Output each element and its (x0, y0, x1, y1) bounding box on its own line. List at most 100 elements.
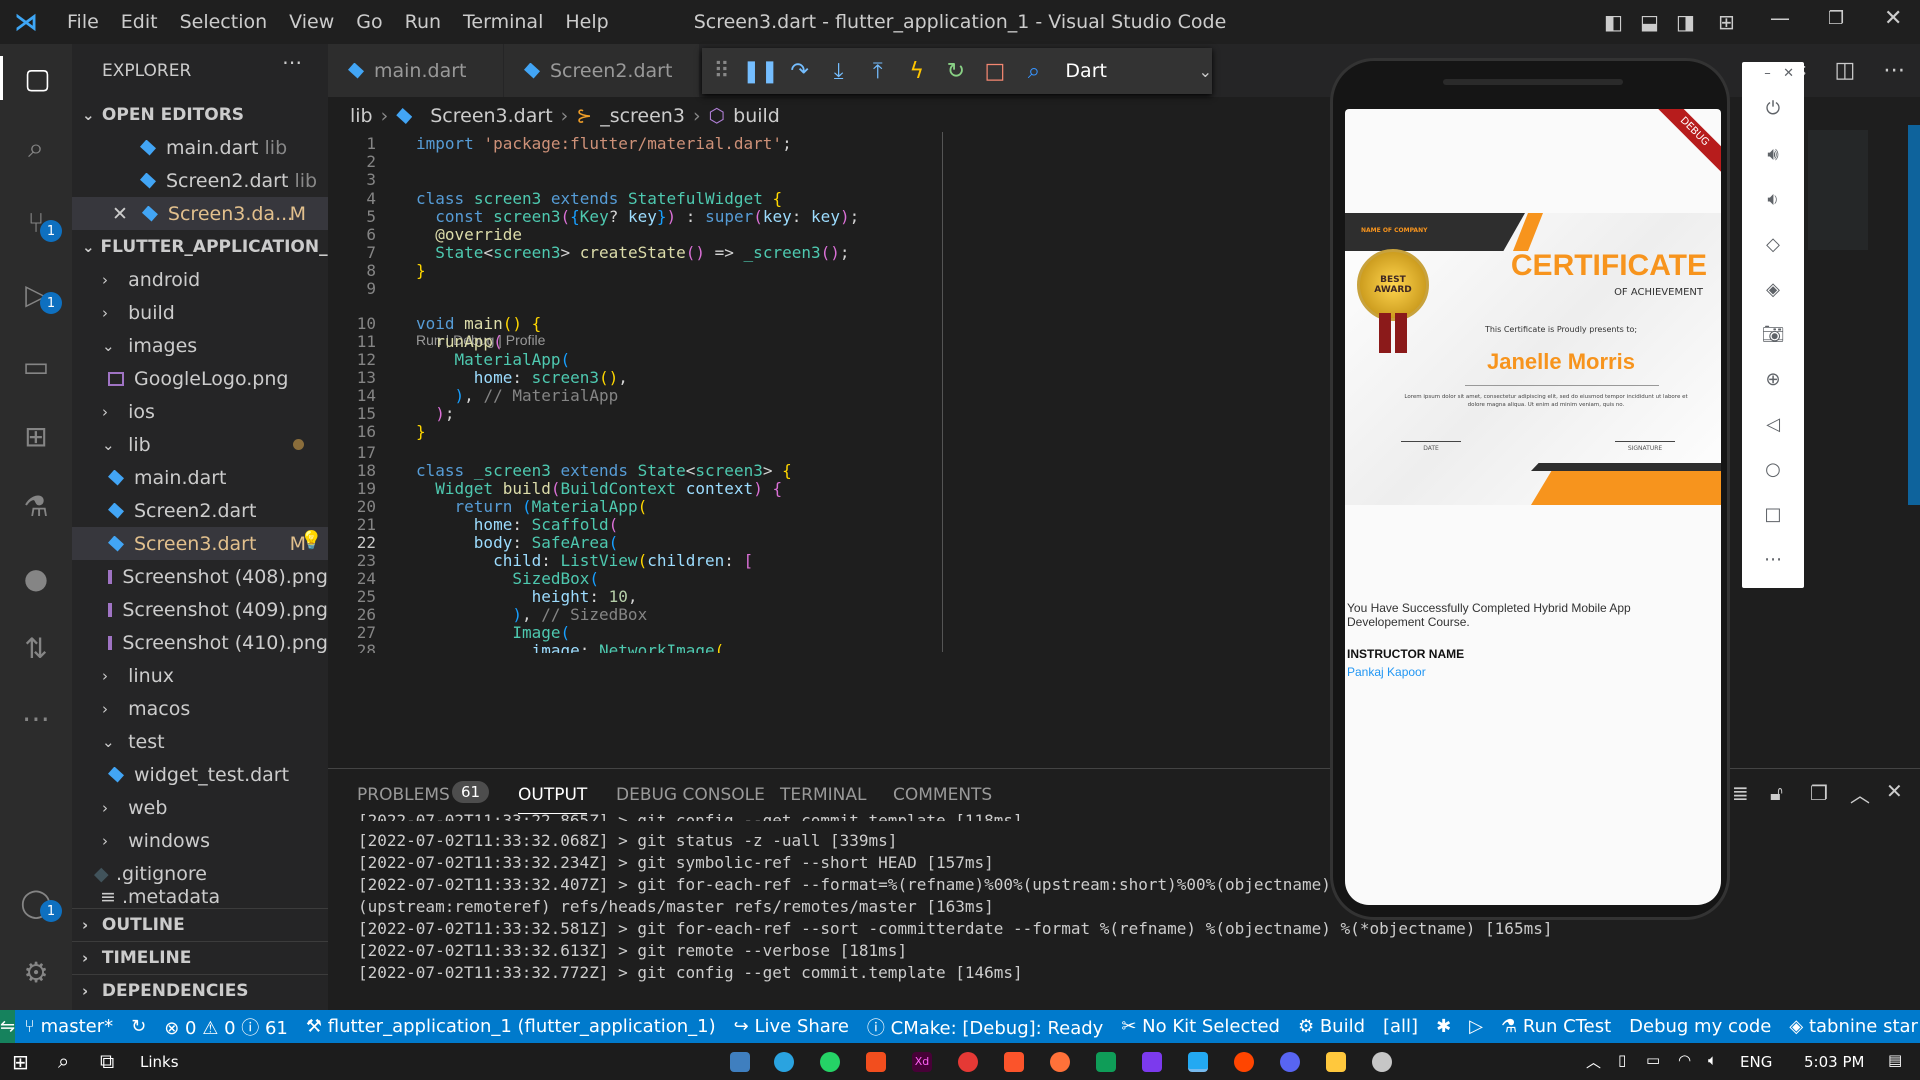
menu-edit[interactable]: Edit (110, 11, 169, 33)
pause-icon[interactable]: ❚❚ (741, 59, 780, 84)
folder-linux[interactable]: › linux (72, 659, 328, 692)
folder-ios[interactable]: › ios (72, 395, 328, 428)
file-explorer-app-icon[interactable] (730, 1052, 750, 1072)
sync-icon[interactable]: ↻ (131, 1016, 146, 1037)
vscode-app-icon[interactable] (1188, 1052, 1208, 1072)
close-editor-icon[interactable]: ✕ (112, 203, 128, 225)
menu-terminal[interactable]: Terminal (452, 11, 554, 33)
chevron-down-icon[interactable]: ⌄ (1199, 62, 1212, 81)
clock[interactable]: 5:03 PM (1804, 1053, 1864, 1071)
flutter-project-status[interactable]: ⚒ flutter_application_1 (flutter_applica… (306, 1016, 716, 1037)
close-icon[interactable]: ✕ (1783, 66, 1794, 81)
folder-images[interactable]: ⌄ images (72, 329, 328, 362)
open-editor-item[interactable]: Screen2.dart lib (72, 164, 328, 197)
search-icon[interactable]: ⌕ (58, 1049, 69, 1073)
file-screenshot-410[interactable]: Screenshot (410).png (72, 626, 328, 659)
menu-go[interactable]: Go (345, 11, 393, 33)
zoom-icon[interactable]: ⊕ (1742, 369, 1804, 390)
dependencies-section[interactable]: › DEPENDENCIES (72, 974, 328, 1007)
build-target-status[interactable]: [all] (1383, 1016, 1418, 1037)
extensions-icon[interactable]: ⊞ (14, 414, 58, 458)
build-status[interactable]: ⚙ Build (1298, 1016, 1365, 1037)
remote-explorer-icon[interactable]: ▭ (14, 344, 58, 388)
tab-screen2-dart[interactable]: Screen2.dart (504, 44, 699, 97)
home-icon[interactable]: ○ (1742, 459, 1804, 480)
maximize-panel-icon[interactable]: ︿ (1850, 779, 1870, 808)
restore-icon[interactable]: ❐ (1828, 8, 1844, 29)
hot-reload-icon[interactable]: ϟ (897, 59, 936, 84)
breadcrumb-class[interactable]: _screen3 (600, 105, 685, 127)
open-editors-section[interactable]: ⌄ OPEN EDITORS (72, 98, 328, 131)
accounts-icon[interactable]: ◯ 1 (14, 880, 62, 924)
overview-icon[interactable]: □ (1742, 504, 1804, 525)
folder-web[interactable]: › web (72, 791, 328, 824)
explorer-icon[interactable]: ▢ (0, 56, 72, 100)
restart-icon[interactable]: ↻ (936, 59, 975, 84)
folder-macos[interactable]: › macos (72, 692, 328, 725)
toggle-panel-icon[interactable]: ⬓ (1640, 10, 1659, 34)
open-editor-item[interactable]: main.dart lib (72, 131, 328, 164)
clear-output-icon[interactable]: ≣ (1732, 781, 1749, 805)
settings-gear-icon[interactable]: ⚙ (14, 950, 58, 994)
discord-app-icon[interactable] (1280, 1052, 1300, 1072)
breadcrumb-file[interactable]: Screen3.dart (430, 105, 552, 127)
language-indicator[interactable]: ENG (1740, 1053, 1772, 1071)
menu-selection[interactable]: Selection (169, 11, 279, 33)
debug-target-select[interactable]: Dart (1065, 60, 1182, 82)
testing-icon[interactable]: ⚗ (14, 484, 58, 528)
run-icon[interactable]: ▷ (1469, 1016, 1483, 1037)
minimize-icon[interactable]: — (1770, 6, 1790, 30)
volume-up-icon[interactable]: 🔊︎ (1742, 144, 1804, 165)
back-icon[interactable]: ◁ (1742, 414, 1804, 435)
camera-icon[interactable]: 📷︎ (1742, 324, 1804, 345)
lock-scroll-icon[interactable]: 🔓︎ (1770, 781, 1783, 805)
volume-down-icon[interactable]: 🔉︎ (1742, 189, 1804, 210)
drag-handle-icon[interactable]: ⠿ (702, 59, 741, 84)
cmake-status[interactable]: ⓘ CMake: [Debug]: Ready (867, 1014, 1103, 1040)
windows-start-icon[interactable]: ⊞ (12, 1050, 29, 1074)
folder-lib[interactable]: ⌄ lib (72, 428, 328, 461)
run-debug-icon[interactable]: ▷ 1 (14, 272, 62, 316)
minimap[interactable] (1808, 130, 1868, 250)
problems-status[interactable]: ⊗ 0 ⚠ 0 ⓘ 61 (164, 1014, 288, 1040)
menu-file[interactable]: File (56, 11, 110, 33)
kit-status[interactable]: ✂ No Kit Selected (1121, 1016, 1280, 1037)
figma-app-icon[interactable] (866, 1052, 886, 1072)
whatsapp-app-icon[interactable] (820, 1052, 840, 1072)
power-icon[interactable]: ⏻ (1742, 98, 1804, 119)
links-toolbar[interactable]: Links (140, 1053, 179, 1071)
live-share-status[interactable]: ↪ Live Share (734, 1016, 849, 1037)
tab-debug-console[interactable]: DEBUG CONSOLE (616, 785, 765, 805)
android-studio-app-icon[interactable] (1096, 1052, 1116, 1072)
tab-main-dart[interactable]: main.dart (328, 44, 503, 97)
menu-help[interactable]: Help (554, 11, 619, 33)
battery-icon[interactable]: ▭ (1646, 1051, 1660, 1069)
app-screen[interactable]: DEBUG NAME OF COMPANY CERTIFICATE OF ACH… (1345, 109, 1721, 905)
minimize-icon[interactable]: – (1764, 66, 1771, 81)
step-over-icon[interactable]: ↷ (780, 59, 819, 84)
folder-app-icon[interactable] (1326, 1052, 1346, 1072)
more-actions-icon[interactable]: ⋯ (1883, 58, 1905, 83)
task-view-icon[interactable]: ⧉ (100, 1049, 114, 1073)
adobe-xd-app-icon[interactable]: Xd (912, 1052, 932, 1072)
devtools-search-icon[interactable]: ⌕ (1014, 59, 1053, 84)
file-googlelogo[interactable]: GoogleLogo.png (72, 362, 328, 395)
ctest-status[interactable]: ⚗ Run CTest (1501, 1016, 1611, 1037)
file-screen3-dart[interactable]: Screen3.dart M (72, 527, 328, 560)
file-screen2-dart[interactable]: Screen2.dart (72, 494, 328, 527)
timeline-section[interactable]: › TIMELINE (72, 941, 328, 974)
github-icon[interactable]: ● (14, 556, 58, 600)
more-icon[interactable]: ⋯ (14, 696, 58, 740)
close-panel-icon[interactable]: ✕ (1886, 779, 1903, 803)
intellij-app-icon[interactable] (1142, 1052, 1162, 1072)
remote-indicator-icon[interactable]: ⇋ (0, 1010, 16, 1043)
stop-icon[interactable]: □ (975, 59, 1014, 84)
breadcrumb-lib[interactable]: lib (350, 105, 373, 127)
toggle-sidebar-icon[interactable]: ◧ (1604, 10, 1623, 34)
folder-android[interactable]: › android (72, 263, 328, 296)
file-widget-test[interactable]: widget_test.dart (72, 758, 328, 791)
menu-run[interactable]: Run (394, 11, 452, 33)
rotate-left-icon[interactable]: ◇ (1742, 234, 1804, 255)
branch-status[interactable]: ⑂ master* (24, 1016, 113, 1037)
firefox-app-icon[interactable] (1050, 1052, 1070, 1072)
